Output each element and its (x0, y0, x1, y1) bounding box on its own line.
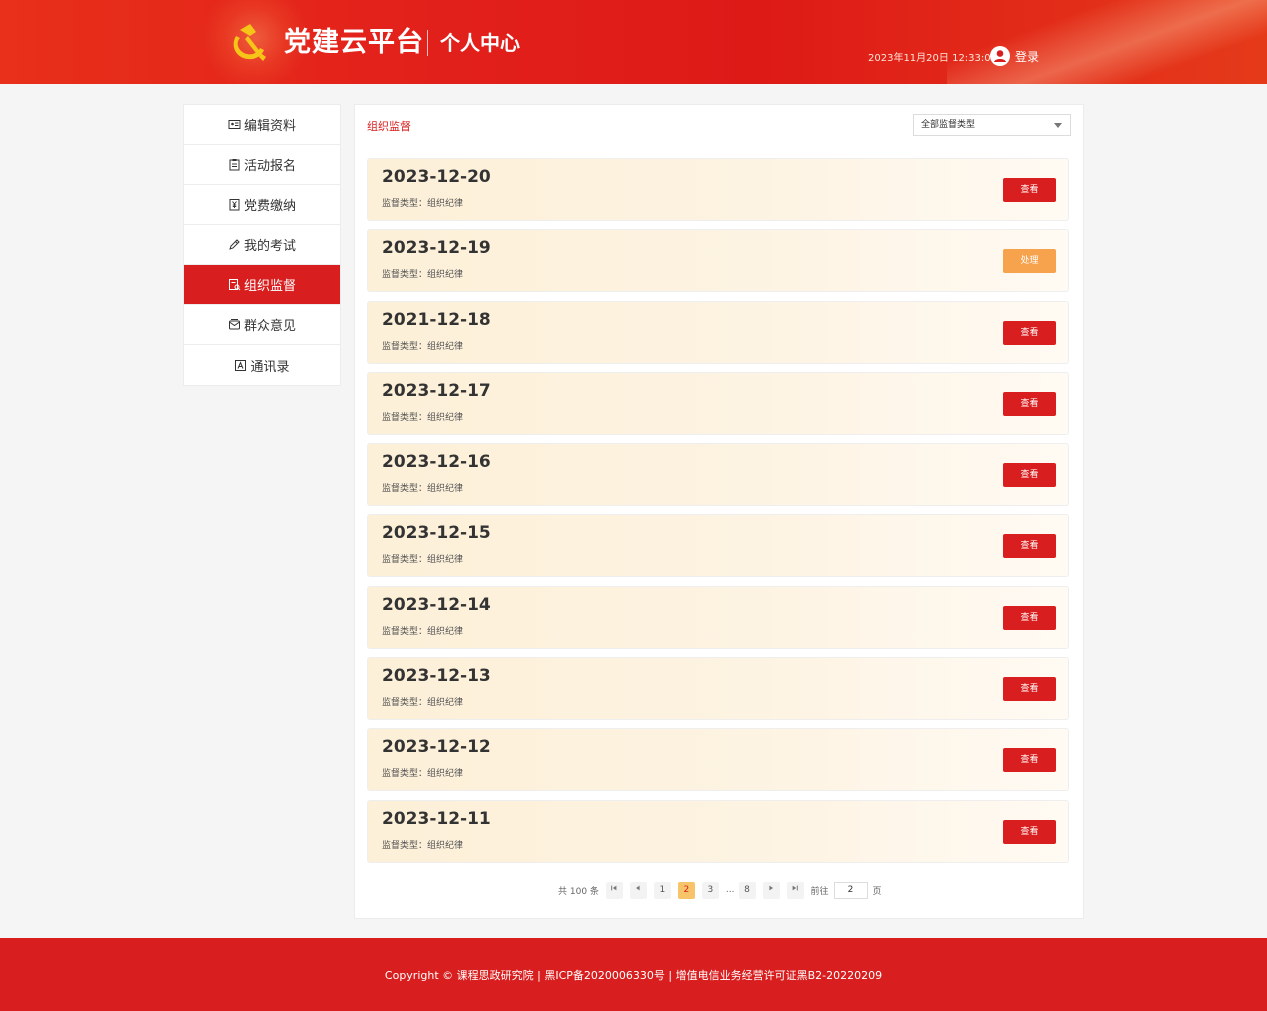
page-button[interactable]: 3 (701, 881, 719, 899)
view-button[interactable]: 查看 (1003, 748, 1056, 773)
chevron-down-icon (1054, 123, 1062, 128)
list-item: 2023-12-12 监督类型：组织纪律 查看 (367, 728, 1069, 792)
sidebar-item-edit-profile[interactable]: 编辑资料 (184, 105, 340, 145)
record-type: 监督类型：组织纪律 (382, 626, 464, 637)
record-type: 监督类型：组织纪律 (382, 341, 464, 352)
sidebar-item-contacts[interactable]: 通讯录 (184, 345, 340, 385)
list-item: 2021-12-18 监督类型：组织纪律 查看 (367, 300, 1069, 364)
view-button[interactable]: 查看 (1003, 677, 1056, 702)
view-button[interactable]: 查看 (1003, 463, 1056, 488)
site-footer: Copyright © 课程思政研究院 | 黑ICP备2020006330号 |… (0, 938, 1267, 1011)
view-button[interactable]: 查看 (1003, 391, 1056, 416)
sidebar-item-my-exam[interactable]: 我的考试 (184, 225, 340, 265)
id-card-icon (228, 118, 241, 131)
login-link[interactable]: 登录 (1015, 48, 1039, 65)
list-item: 2023-12-13 监督类型：组织纪律 查看 (367, 657, 1069, 721)
record-type: 监督类型：组织纪律 (382, 698, 464, 709)
sidebar-nav: 编辑资料 活动报名 党费缴纳 我的考试 组织监督 群众意见 通讯录 (183, 104, 341, 386)
user-avatar-icon[interactable] (990, 46, 1010, 66)
sidebar-item-activity-signup[interactable]: 活动报名 (184, 145, 340, 185)
first-page-icon[interactable] (605, 881, 623, 899)
record-date: 2023-12-14 (382, 594, 491, 615)
page-unit-label: 页 (872, 886, 882, 897)
record-date: 2023-12-15 (382, 523, 491, 544)
goto-page-input[interactable]: 2 (833, 881, 868, 899)
sidebar-item-label: 组织监督 (243, 279, 296, 294)
record-type: 监督类型：组织纪律 (382, 199, 464, 209)
last-page-icon[interactable] (786, 881, 804, 899)
select-value: 全部监督类型 (921, 120, 976, 130)
pagination: 共 100 条 1 2 3 ... 8 前往 2 页 (558, 881, 882, 899)
record-date: 2023-12-16 (382, 452, 491, 473)
record-date: 2023-12-12 (382, 737, 491, 758)
sidebar-item-label: 编辑资料 (243, 119, 296, 134)
envelope-icon (228, 318, 241, 331)
page-button[interactable]: 8 (738, 881, 756, 899)
sidebar-item-label: 党费缴纳 (243, 199, 296, 214)
contacts-icon (234, 359, 247, 372)
site-header: 党建云平台 个人中心 2023年11月20日 12:33:00 登录 (0, 0, 1267, 84)
brand-divider (427, 30, 428, 56)
handle-button[interactable]: 处理 (1003, 249, 1056, 274)
sidebar-item-label: 我的考试 (243, 239, 296, 254)
record-date: 2023-12-17 (382, 380, 491, 401)
clipboard-icon (228, 158, 241, 171)
list-item: 2023-12-15 监督类型：组织纪律 查看 (367, 514, 1069, 578)
party-emblem-icon (226, 20, 270, 64)
brand-title: 党建云平台 (284, 27, 424, 58)
record-type: 监督类型：组织纪律 (382, 769, 464, 780)
list-item: 2023-12-11 监督类型：组织纪律 查看 (367, 799, 1069, 863)
record-type: 监督类型：组织纪律 (382, 484, 464, 495)
copyright-text: Copyright © 课程思政研究院 | 黑ICP备2020006330号 |… (384, 969, 883, 982)
list-item: 2023-12-19 监督类型：组织纪律 处理 (367, 229, 1069, 293)
great-wall-decoration (947, 0, 1267, 84)
record-type: 监督类型：组织纪律 (382, 840, 464, 851)
header-datetime: 2023年11月20日 12:33:00 (868, 53, 997, 64)
view-button[interactable]: 查看 (1003, 534, 1056, 559)
page-ellipsis: ... (725, 885, 735, 895)
record-type: 监督类型：组织纪律 (382, 270, 464, 281)
sidebar-item-label: 通讯录 (250, 359, 290, 375)
total-count: 共 100 条 (558, 886, 599, 897)
list-item: 2023-12-17 监督类型：组织纪律 查看 (367, 371, 1069, 435)
record-date: 2023-12-19 (382, 238, 491, 259)
supervise-icon (228, 278, 241, 291)
main-panel: 组织监督 全部监督类型 2023-12-20 监督类型：组织纪律 查看 2023… (354, 104, 1084, 919)
page-subtitle: 个人中心 (440, 31, 520, 55)
prev-page-icon[interactable] (629, 881, 647, 899)
sidebar-item-label: 群众意见 (243, 319, 296, 334)
view-button[interactable]: 查看 (1003, 178, 1056, 202)
page-title: 组织监督 (367, 120, 411, 133)
record-date: 2023-12-13 (382, 666, 491, 687)
supervision-type-select[interactable]: 全部监督类型 (913, 114, 1071, 136)
supervision-list: 2023-12-20 监督类型：组织纪律 查看 2023-12-19 监督类型：… (367, 158, 1069, 871)
sidebar-item-public-opinion[interactable]: 群众意见 (184, 305, 340, 345)
list-item: 2023-12-20 监督类型：组织纪律 查看 (367, 158, 1069, 221)
record-date: 2021-12-18 (382, 309, 491, 330)
sidebar-item-org-supervision[interactable]: 组织监督 (184, 265, 340, 305)
page-button[interactable]: 1 (653, 881, 671, 899)
record-date: 2023-12-11 (382, 808, 491, 829)
goto-label: 前往 (810, 886, 829, 897)
list-item: 2023-12-14 监督类型：组织纪律 查看 (367, 585, 1069, 649)
view-button[interactable]: 查看 (1003, 605, 1056, 630)
list-item: 2023-12-16 监督类型：组织纪律 查看 (367, 443, 1069, 507)
sidebar-item-party-dues[interactable]: 党费缴纳 (184, 185, 340, 225)
record-type: 监督类型：组织纪律 (382, 412, 464, 423)
record-date: 2023-12-20 (382, 167, 491, 187)
sidebar-item-label: 活动报名 (243, 159, 296, 174)
pen-icon (228, 238, 241, 251)
next-page-icon[interactable] (762, 881, 780, 899)
page-button-current[interactable]: 2 (677, 881, 695, 899)
record-type: 监督类型：组织纪律 (382, 555, 464, 566)
yuan-document-icon (228, 198, 241, 211)
view-button[interactable]: 查看 (1003, 320, 1056, 345)
view-button[interactable]: 查看 (1003, 819, 1056, 844)
